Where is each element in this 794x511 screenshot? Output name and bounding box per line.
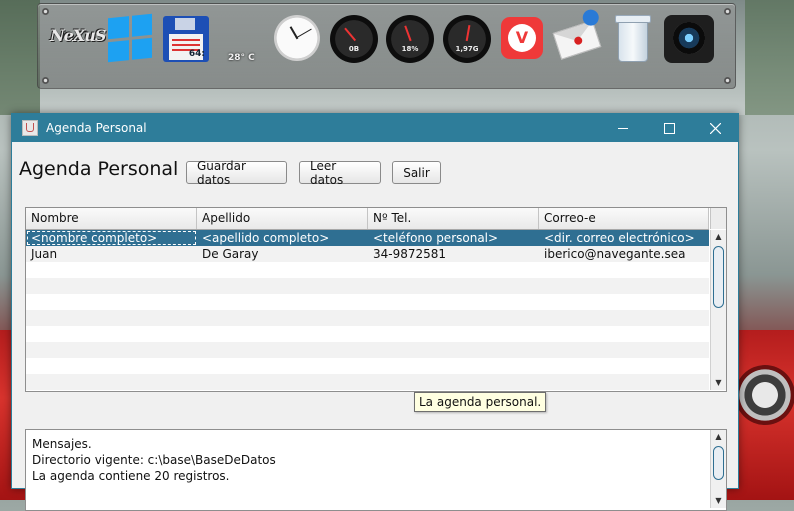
maximize-button[interactable] (646, 114, 692, 142)
mail-icon[interactable] (552, 7, 602, 60)
exit-button[interactable]: Salir (392, 161, 441, 184)
save-data-button[interactable]: Guardar datos (186, 159, 287, 187)
messages-scrollbar[interactable]: ▲ ▼ (710, 430, 726, 508)
message-line: La agenda contiene 20 registros. (32, 469, 230, 483)
close-button[interactable] (692, 114, 738, 142)
column-header-correo[interactable]: Correo-e (539, 208, 709, 229)
memory-gauge-icon[interactable]: 1,97G (443, 15, 491, 63)
tooltip: La agenda personal. (414, 392, 547, 412)
column-header-telefono[interactable]: Nº Tel. (368, 208, 539, 229)
table-row[interactable] (26, 326, 709, 342)
cpu-gauge-icon[interactable]: 18% (386, 15, 434, 63)
scroll-up-icon[interactable]: ▲ (711, 230, 726, 244)
table-header: Nombre Apellido Nº Tel. Correo-e (26, 208, 709, 230)
table-cell[interactable]: <nombre completo> (26, 230, 197, 246)
message-line: Directorio vigente: c:\base\BaseDeDatos (32, 453, 276, 467)
table-row[interactable] (26, 342, 709, 358)
contacts-table: Nombre Apellido Nº Tel. Correo-e <nombre… (25, 207, 727, 392)
screw-icon (42, 8, 49, 15)
table-row[interactable] (26, 262, 709, 278)
scrollbar-thumb[interactable] (713, 246, 724, 308)
minimize-button[interactable] (600, 114, 646, 142)
gauge-value: 18% (401, 45, 419, 53)
agenda-window: Agenda Personal Agenda Personal Guardar … (11, 113, 739, 511)
table-cell[interactable]: iberico@navegante.sea (539, 246, 709, 262)
vivaldi-browser-icon[interactable] (501, 17, 543, 59)
screw-icon (724, 8, 731, 15)
table-cell[interactable]: <dir. correo electrónico> (539, 230, 709, 246)
scroll-down-icon[interactable]: ▼ (711, 494, 726, 508)
load-data-button[interactable]: Leer datos (299, 159, 381, 187)
java-app-icon[interactable] (22, 120, 38, 136)
scroll-up-icon[interactable]: ▲ (711, 430, 726, 444)
table-row[interactable]: <nombre completo> <apellido completo> <t… (26, 230, 709, 246)
background-foliage-right (745, 0, 794, 115)
clock-icon[interactable] (274, 15, 320, 61)
close-icon (709, 122, 721, 134)
desktop-dock: NeXuS 64: 28° C 0B 18% 1,97G (37, 3, 736, 89)
gauge-value: 0B (348, 45, 360, 53)
windows-start-icon[interactable] (108, 13, 152, 63)
table-body: <nombre completo> <apellido completo> <t… (26, 230, 709, 390)
weather-temperature[interactable]: 28° C (228, 53, 255, 63)
table-cell[interactable]: De Garay (197, 246, 368, 262)
table-row[interactable] (26, 358, 709, 374)
table-cell[interactable]: 34-9872581 (368, 246, 539, 262)
table-cell[interactable]: <apellido completo> (197, 230, 368, 246)
scroll-down-icon[interactable]: ▼ (711, 376, 726, 390)
table-row[interactable] (26, 278, 709, 294)
message-line: Mensajes. (32, 437, 92, 451)
window-titlebar[interactable]: Agenda Personal (12, 114, 738, 142)
camera-icon[interactable] (664, 15, 714, 63)
table-cell[interactable]: Juan (26, 246, 197, 262)
recycle-bin-icon[interactable] (615, 15, 651, 62)
screw-icon (724, 77, 731, 84)
table-row[interactable] (26, 294, 709, 310)
table-row[interactable]: Juan De Garay 34-9872581 iberico@navegan… (26, 246, 709, 262)
table-header-corner (710, 208, 726, 229)
column-header-apellido[interactable]: Apellido (197, 208, 368, 229)
background-foliage-left (0, 0, 40, 115)
page-title: Agenda Personal (19, 158, 179, 180)
nexus-logo-icon[interactable]: NeXuS (50, 26, 106, 45)
scrollbar-thumb[interactable] (713, 446, 724, 480)
window-content: Agenda Personal Guardar datos Leer datos… (12, 142, 738, 511)
column-header-nombre[interactable]: Nombre (26, 208, 197, 229)
table-row[interactable] (26, 374, 709, 390)
background-car-wheel (735, 365, 794, 425)
gauge-value: 1,97G (455, 45, 479, 53)
table-row[interactable] (26, 310, 709, 326)
floppy-label: 64: (188, 49, 205, 59)
messages-area[interactable]: Mensajes. Directorio vigente: c:\base\Ba… (25, 429, 727, 511)
network-gauge-icon[interactable]: 0B (330, 15, 378, 63)
table-scrollbar[interactable]: ▲ ▼ (710, 230, 726, 390)
table-cell[interactable]: <teléfono personal> (368, 230, 539, 246)
window-title: Agenda Personal (46, 121, 147, 135)
screw-icon (42, 77, 49, 84)
messages-text: Mensajes. Directorio vigente: c:\base\Ba… (32, 436, 276, 484)
floppy-disk-icon[interactable]: 64: (163, 16, 209, 62)
